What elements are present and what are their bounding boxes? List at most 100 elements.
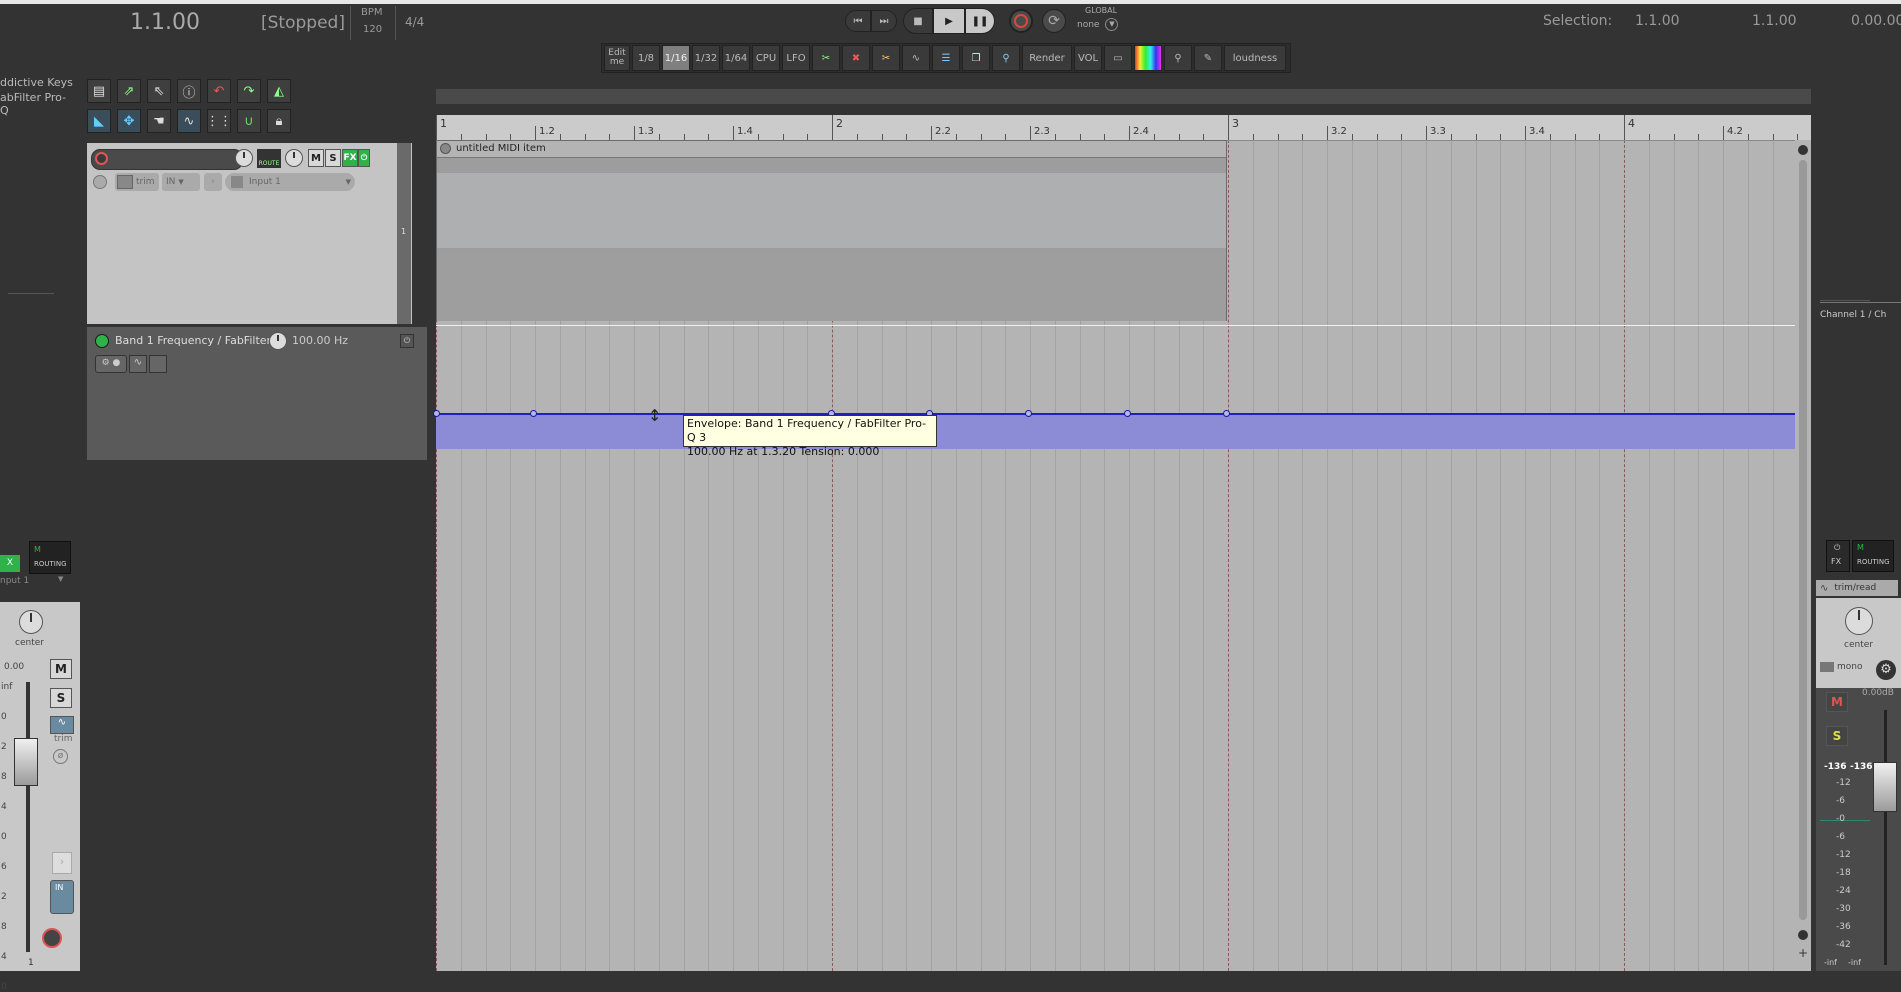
mute-button[interactable]: M [1826,692,1848,712]
split-icon[interactable]: ✂ [872,45,900,71]
shape-icon[interactable]: ∿ [129,355,147,373]
go-start-button[interactable]: ⏮ [845,10,871,32]
scroll-thumb[interactable] [1799,160,1807,920]
input-select[interactable]: Input 1 ▼ [225,173,355,191]
scroll-up-icon[interactable] [1798,145,1808,155]
settings-icon[interactable]: ⚙ ● [95,355,127,373]
delete-item-icon[interactable]: ✖ [842,45,870,71]
envelope-icon[interactable]: ⇖ [147,79,171,103]
magnify-icon[interactable]: ⚲ [1164,45,1192,71]
envelope-value-knob[interactable] [269,332,287,350]
undo-icon[interactable]: ↶ [207,79,231,103]
fx-item[interactable]: abFilter Pro-Q [0,91,75,117]
play-button[interactable]: ▶ [933,8,965,34]
mute-button[interactable]: M [308,149,324,167]
fx-button[interactable]: FX [342,149,358,167]
grid-1-32-button[interactable]: 1/32 [692,45,720,71]
lock-icon[interactable]: 🔒︎ [267,109,291,133]
waveform-icon[interactable]: ∿ [902,45,930,71]
vol-readout[interactable]: 0.00 [4,662,24,672]
global-automation[interactable]: GLOBAL none ▼ [1077,6,1127,36]
track-name-field[interactable] [91,149,243,170]
new-track-icon[interactable]: ▤ [87,79,111,103]
envelope-toggle-icon[interactable] [93,175,107,189]
power-icon[interactable]: ⏻ [358,149,370,167]
midi-item[interactable]: untitled MIDI item [436,140,1227,321]
record-button[interactable] [1009,9,1033,33]
volume-fader[interactable] [14,738,38,786]
redo-icon[interactable]: ↷ [237,79,261,103]
time-signature[interactable]: 4/4 [405,15,424,29]
settings-icon[interactable]: ⚙ [1876,660,1896,680]
trim-button[interactable]: trim [115,173,159,191]
envelope-mode-button[interactable]: ∿ trim/read [1816,580,1898,596]
mono-button[interactable]: mono [1820,660,1864,674]
trim-envelope-icon[interactable]: ∿ [50,716,74,734]
timeline-ruler[interactable]: 1 1.2 1.3 1.4 2 2.2 2.3 2.4 3 3.2 3.3 3.4 4 4.2 [436,115,1811,141]
cpu-button[interactable]: CPU [752,45,780,71]
lfo-button[interactable]: LFO [782,45,810,71]
snap-icon[interactable]: ✥ [117,109,141,133]
grid-1-8-button[interactable]: 1/8 [632,45,660,71]
play-icon[interactable]: › [52,852,72,874]
hand-icon[interactable]: ☚ [147,109,171,133]
record-arm-icon[interactable] [95,152,108,165]
loudness-button[interactable]: loudness [1224,45,1286,71]
item-lock-icon[interactable] [440,143,451,154]
in-button[interactable]: IN [50,880,74,914]
volume-fader[interactable] [1873,762,1897,812]
pan-knob[interactable] [19,610,43,634]
selection-end[interactable]: 1.1.00 [1752,13,1797,29]
solo-button[interactable]: S [325,149,341,167]
grid-1-16-button[interactable]: 1/16 [662,45,690,71]
list-icon[interactable]: ☰ [932,45,960,71]
input-monitor-button[interactable]: IN ▼ [162,173,200,191]
info-icon[interactable]: ⓘ [177,79,201,103]
envelope-line[interactable] [436,413,1795,415]
magnet-icon[interactable]: ∪ [237,109,261,133]
pencil-wave-icon[interactable]: ∿ [177,109,201,133]
input-label[interactable]: nput 1 [0,576,29,586]
selection-start[interactable]: 1.1.00 [1635,13,1680,29]
bypass-icon[interactable] [95,334,109,348]
vol-readout[interactable]: 0.00dB [1862,688,1894,698]
scroll-down-icon[interactable] [1798,930,1808,940]
fx-button[interactable]: X [0,555,20,572]
selection-length[interactable]: 0.00.00 [1851,13,1901,29]
edit-me-button[interactable]: Edit me [604,45,630,71]
envelope-point[interactable] [530,410,537,417]
pause-button[interactable]: ❚❚ [965,8,995,34]
add-icon[interactable]: + [1798,946,1808,960]
mute-button[interactable]: M [50,659,72,679]
stop-button[interactable]: ■ [903,8,933,34]
routing-button[interactable]: ROUTING M [29,541,71,574]
pan-knob[interactable] [285,149,303,167]
play-icon[interactable]: › [204,173,222,191]
solo-button[interactable]: S [1826,726,1848,746]
horizontal-scrollbar[interactable] [436,89,1811,104]
chevron-down-icon[interactable]: ▼ [58,575,63,583]
metronome-icon[interactable]: ◭ [267,79,291,103]
phase-icon[interactable]: ø [53,749,68,764]
track-panel-1[interactable]: ROUTE M S FX ⏻ trim IN ▼ › Input 1 ▼ [87,143,412,324]
envelope-point[interactable] [1025,410,1032,417]
record-arm-icon[interactable] [42,928,62,948]
volume-knob[interactable] [235,149,253,167]
envelope-lane-panel[interactable]: Band 1 Frequency / FabFilter P 100.00 Hz… [87,327,427,460]
pan-knob[interactable] [1845,607,1873,635]
vol-button[interactable]: VOL [1074,45,1102,71]
folder-icon[interactable]: ❐ [962,45,990,71]
fx-button[interactable]: ⏻ FX [1826,540,1850,572]
envelope-point[interactable] [433,410,440,417]
envelope-point[interactable] [1223,410,1230,417]
bpm-value[interactable]: 120 [363,24,382,35]
solo-button[interactable]: S [50,688,72,708]
fx-item[interactable]: ddictive Keys [0,76,75,89]
route-button[interactable]: ROUTE [257,149,281,168]
scissors-icon[interactable]: ✂ [812,45,840,71]
routing-button[interactable]: M ROUTING [1852,540,1894,572]
select-icon[interactable]: ◣ [87,109,111,133]
move-icon[interactable]: ⇗ [117,79,141,103]
repeat-button[interactable]: ⟳ [1042,9,1066,33]
vertical-scrollbar[interactable]: + [1795,140,1811,971]
